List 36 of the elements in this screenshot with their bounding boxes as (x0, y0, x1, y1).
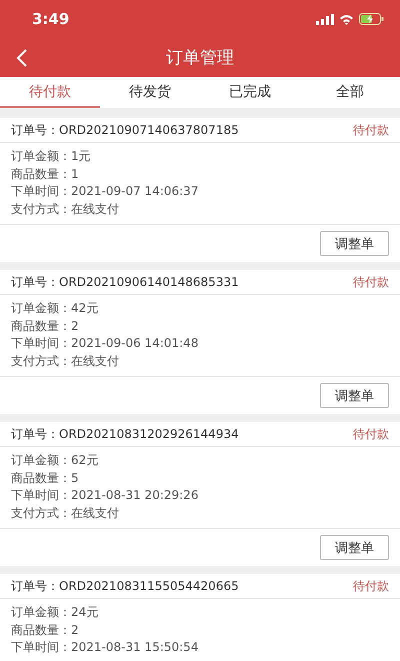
order-number: 订单号：ORD20210831155054420665 (11, 578, 239, 594)
order-detail: 下单时间：2021-08-31 15:50:54 (11, 639, 200, 656)
order-status: 待付款 (353, 426, 389, 442)
order-detail: 订单金额：1元 (11, 148, 92, 165)
tab[interactable]: 全部 (300, 77, 400, 108)
page-title: 订单管理 (166, 47, 234, 69)
order-detail: 支付方式：在线支付 (11, 200, 120, 218)
back-icon[interactable] (16, 48, 28, 68)
tab[interactable]: 待发货 (100, 77, 200, 108)
status-time: 3:49 (32, 10, 70, 28)
order-number: 订单号：ORD20210906140148685331 (11, 274, 239, 290)
order-detail: 支付方式：在线支付 (11, 352, 120, 370)
order-detail: 下单时间：2021-09-06 14:01:48 (11, 335, 200, 352)
signal-icon (316, 14, 334, 24)
order-detail: 商品数量：1 (11, 166, 80, 182)
order-status: 待付款 (353, 122, 389, 138)
battery-icon (359, 13, 384, 25)
order-status: 待付款 (353, 578, 389, 594)
adjust-button[interactable]: 调整单 (320, 231, 389, 256)
order-number: 订单号：ORD20210907140637807185 (11, 122, 239, 138)
order-detail: 支付方式：在线支付 (11, 504, 120, 522)
tab[interactable]: 已完成 (200, 77, 300, 108)
adjust-button[interactable]: 调整单 (320, 535, 389, 560)
order-detail: 订单金额：62元 (11, 452, 100, 469)
order-detail: 商品数量：5 (11, 470, 80, 486)
order-detail: 下单时间：2021-08-31 20:29:26 (11, 487, 200, 504)
order-detail: 下单时间：2021-09-07 14:06:37 (11, 183, 200, 200)
order-detail: 订单金额：24元 (11, 604, 100, 621)
order-detail: 商品数量：2 (11, 318, 80, 334)
tab[interactable]: 待付款 (0, 77, 100, 108)
order-status: 待付款 (353, 274, 389, 290)
order-detail: 商品数量：2 (11, 622, 80, 638)
order-number: 订单号：ORD20210831202926144934 (11, 426, 239, 442)
wifi-icon (339, 14, 354, 24)
adjust-button[interactable]: 调整单 (320, 383, 389, 408)
order-detail: 订单金额：42元 (11, 300, 100, 317)
